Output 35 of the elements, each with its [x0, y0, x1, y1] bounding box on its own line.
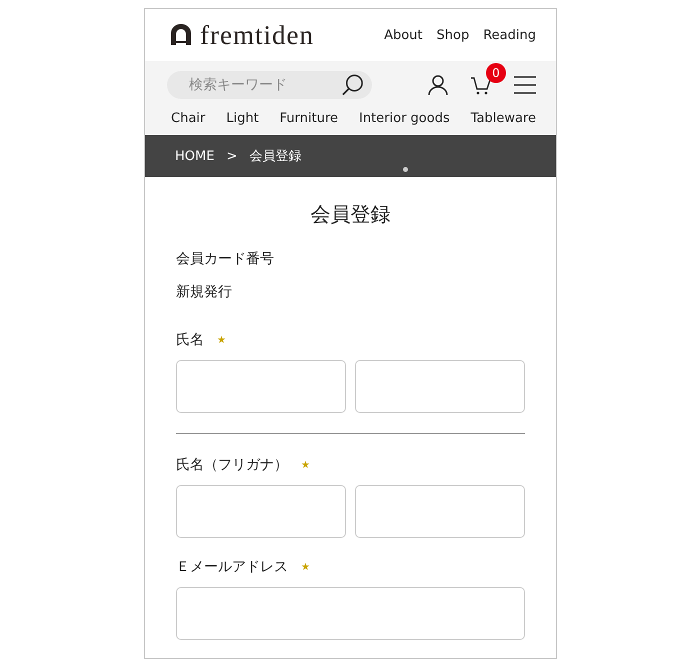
- nav-link[interactable]: Shop: [436, 28, 470, 42]
- breadcrumb-current: 会員登録: [249, 148, 302, 165]
- user-icon[interactable]: [428, 74, 448, 96]
- cart-count-badge: 0: [486, 63, 506, 83]
- category-link[interactable]: Tableware: [470, 111, 536, 126]
- nav-link[interactable]: Reading: [483, 28, 536, 42]
- search-icon[interactable]: [341, 73, 364, 97]
- category-link[interactable]: Furniture: [280, 111, 338, 126]
- category-link[interactable]: Chair: [171, 111, 206, 126]
- field-label: 氏名: [176, 331, 204, 349]
- category-link[interactable]: Light: [226, 111, 259, 126]
- field-label: 氏名（フリガナ）: [176, 456, 288, 474]
- breadcrumb-separator: >: [226, 148, 238, 164]
- nav-link[interactable]: About: [384, 28, 423, 42]
- input-field[interactable]: [176, 485, 346, 538]
- input-field[interactable]: [355, 360, 525, 413]
- logo-text: fremtiden: [200, 20, 314, 50]
- page-title: 会員登録: [310, 201, 392, 228]
- required-mark: ★: [217, 334, 226, 346]
- menu-icon[interactable]: [514, 76, 536, 94]
- required-mark: ★: [301, 562, 310, 572]
- input-field[interactable]: [176, 587, 525, 640]
- cart-icon[interactable]: [470, 75, 492, 95]
- field-value: 新規発行: [176, 283, 233, 301]
- category-link[interactable]: Interior goods: [358, 111, 450, 126]
- search-input[interactable]: 検索キーワード: [187, 76, 341, 94]
- logo-icon: [170, 24, 192, 46]
- field-label: 会員カード番号: [176, 250, 274, 268]
- input-field[interactable]: [355, 485, 525, 538]
- search-field[interactable]: 検索キーワード: [167, 71, 372, 99]
- breadcrumb-link[interactable]: HOME: [175, 148, 214, 164]
- input-field[interactable]: [176, 360, 346, 413]
- field-label: Ｅメールアドレス: [176, 558, 288, 576]
- required-mark: ★: [301, 460, 310, 470]
- indicator-dot: [403, 167, 408, 172]
